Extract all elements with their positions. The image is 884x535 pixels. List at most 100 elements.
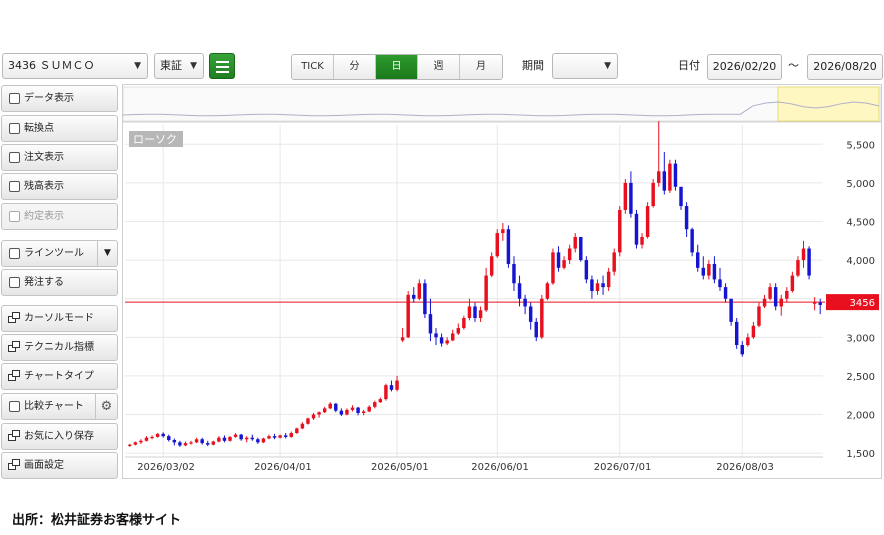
candle-body bbox=[673, 163, 678, 187]
candle-body bbox=[311, 414, 316, 419]
candle-body bbox=[801, 248, 806, 261]
candle-body bbox=[334, 403, 338, 411]
sidebar-item-label: データ表示 bbox=[24, 93, 74, 104]
candle-body bbox=[579, 236, 583, 261]
candle-body bbox=[322, 408, 327, 413]
date-tick-label: 2026/03/02 bbox=[137, 462, 195, 473]
interval-tab-minute[interactable]: 分 bbox=[334, 55, 376, 79]
interval-tab-month[interactable]: 月 bbox=[460, 55, 502, 79]
date-label: 日付 bbox=[678, 59, 700, 72]
gear-icon[interactable]: ⚙ bbox=[95, 394, 117, 419]
sidebar-item-label: 残高表示 bbox=[24, 181, 64, 192]
checkbox-icon[interactable] bbox=[9, 152, 20, 163]
candle-body bbox=[785, 291, 789, 299]
sidebar-item-10[interactable]: 比較チャート ⚙ bbox=[1, 393, 118, 420]
candle-body bbox=[484, 275, 488, 311]
checkbox-icon[interactable] bbox=[9, 401, 20, 412]
checkbox-icon[interactable] bbox=[9, 181, 20, 192]
candle-body bbox=[657, 171, 661, 183]
candle-body bbox=[718, 279, 722, 288]
candle-body bbox=[645, 206, 650, 237]
candle-body bbox=[328, 403, 332, 409]
candle-body bbox=[250, 437, 255, 440]
candle-body bbox=[239, 434, 243, 440]
interval-tab-tick[interactable]: TICK bbox=[292, 55, 334, 79]
candle-body bbox=[746, 337, 750, 346]
candle-body bbox=[183, 443, 188, 446]
sidebar-item-6[interactable]: 発注する bbox=[1, 269, 118, 296]
candle-body bbox=[272, 436, 277, 438]
candle-body bbox=[367, 406, 371, 412]
candle-body bbox=[289, 433, 293, 437]
period-select[interactable]: ▼ bbox=[552, 53, 618, 79]
date-to-input[interactable]: 2026/08/20 bbox=[807, 54, 883, 80]
checkbox-icon[interactable] bbox=[9, 277, 20, 288]
list-icon bbox=[216, 66, 229, 68]
candle-body bbox=[389, 385, 394, 390]
candle-body bbox=[194, 439, 199, 443]
sidebar-item-5[interactable]: ラインツール ▼ bbox=[1, 240, 118, 267]
checkbox-icon[interactable] bbox=[9, 123, 20, 134]
sidebar-item-0[interactable]: データ表示 bbox=[1, 85, 118, 112]
sidebar-item-label: 画面設定 bbox=[24, 460, 64, 471]
date-tick-label: 2026/06/01 bbox=[471, 462, 529, 473]
date-tick-label: 2026/08/03 bbox=[716, 462, 774, 473]
candle-body bbox=[155, 433, 160, 437]
caret-down-icon[interactable]: ▼ bbox=[97, 241, 117, 266]
candle-body bbox=[690, 229, 694, 253]
sidebar-item-1[interactable]: 転換点 bbox=[1, 115, 118, 142]
caret-down-icon: ▼ bbox=[134, 61, 141, 71]
interval-tab-day[interactable]: 日 bbox=[376, 55, 418, 79]
candle-body bbox=[217, 437, 221, 442]
candle-body bbox=[467, 306, 472, 319]
market-select[interactable]: 東証 ▼ bbox=[154, 53, 204, 79]
candle-body bbox=[501, 229, 505, 234]
candle-body bbox=[244, 437, 249, 440]
candle-body bbox=[790, 275, 795, 291]
candle-body bbox=[451, 333, 455, 341]
sidebar-item-11[interactable]: お気に入り保存 bbox=[1, 423, 118, 450]
candle-body bbox=[439, 337, 444, 344]
sidebar-item-label: ラインツール bbox=[24, 248, 84, 259]
candle-body bbox=[395, 380, 399, 390]
date-tick-label: 2026/05/01 bbox=[371, 462, 429, 473]
sidebar-item-2[interactable]: 注文表示 bbox=[1, 144, 118, 171]
symbol-select[interactable]: 3436 ＳＵＭＣＯ ▼ bbox=[2, 53, 148, 79]
candle-body bbox=[567, 248, 572, 261]
interval-tab-week[interactable]: 週 bbox=[418, 55, 460, 79]
candle-body bbox=[723, 287, 728, 299]
candle-body bbox=[300, 423, 305, 429]
source-caption: 出所：松井証券お客様サイト bbox=[12, 513, 182, 528]
checkbox-icon[interactable] bbox=[9, 248, 20, 259]
candle-body bbox=[757, 306, 761, 326]
candle-body bbox=[818, 302, 822, 305]
candle-body bbox=[729, 298, 733, 322]
candle-body bbox=[812, 302, 817, 304]
sidebar-item-3[interactable]: 残高表示 bbox=[1, 173, 118, 200]
price-tick-label: 5,500 bbox=[846, 140, 875, 151]
list-icon bbox=[216, 61, 229, 63]
sidebar-item-label: 発注する bbox=[24, 277, 64, 288]
market-select-value: 東証 bbox=[160, 59, 182, 72]
candle-body bbox=[211, 441, 216, 445]
candle-body bbox=[762, 298, 767, 307]
candle-body bbox=[556, 252, 561, 268]
sidebar-item-7[interactable]: カーソルモード bbox=[1, 305, 118, 332]
sidebar-item-8[interactable]: テクニカル指標 bbox=[1, 334, 118, 361]
price-tick-label: 2,500 bbox=[846, 372, 875, 383]
chart-title: ローソク bbox=[133, 133, 177, 146]
candle-body bbox=[573, 236, 577, 249]
candle-body bbox=[400, 337, 405, 341]
candlestick-chart[interactable]: 1,5002,0002,5003,0003,5004,0004,5005,000… bbox=[123, 85, 881, 478]
candle-body bbox=[222, 437, 227, 441]
date-from-input[interactable]: 2026/02/20 bbox=[707, 54, 782, 80]
interval-selector: TICK 分 日 週 月 bbox=[291, 54, 503, 80]
list-view-button[interactable] bbox=[209, 53, 235, 79]
checkbox-icon[interactable] bbox=[9, 93, 20, 104]
current-price-label: 3456 bbox=[850, 298, 875, 309]
sidebar-item-12[interactable]: 画面設定 bbox=[1, 452, 118, 479]
candle-body bbox=[489, 256, 494, 276]
sidebar-item-9[interactable]: チャートタイプ bbox=[1, 363, 118, 390]
chart-panel[interactable]: 1,5002,0002,5003,0003,5004,0004,5005,000… bbox=[122, 84, 882, 479]
candle-body bbox=[796, 260, 800, 276]
